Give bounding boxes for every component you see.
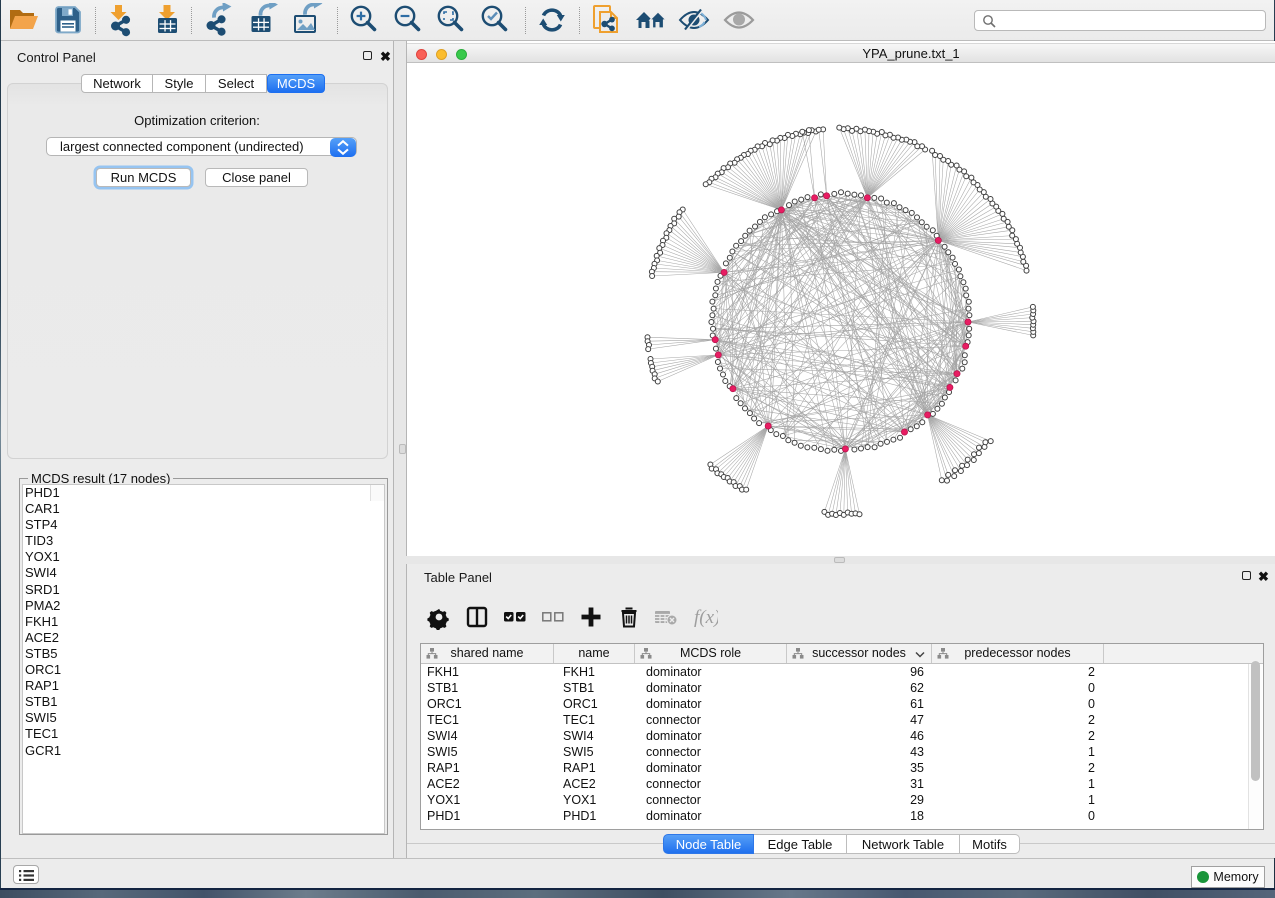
svg-text:f(x): f(x) [694,607,718,628]
